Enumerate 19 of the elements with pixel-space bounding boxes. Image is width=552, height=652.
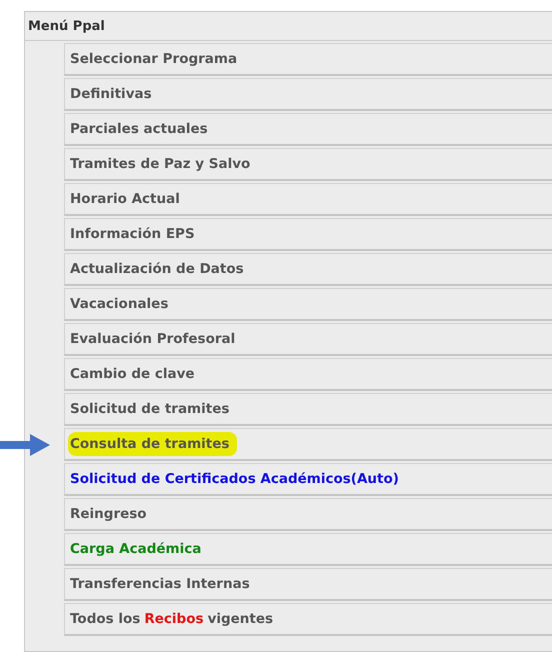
menu-item[interactable]: Carga Académica xyxy=(64,533,552,566)
menu-item[interactable]: Solicitud de tramites xyxy=(64,393,552,426)
menu-item[interactable]: Información EPS xyxy=(64,218,552,251)
menu-item[interactable]: Consulta de tramites xyxy=(64,428,552,461)
menu-item[interactable]: Tramites de Paz y Salvo xyxy=(64,148,552,181)
menu-item[interactable]: Reingreso xyxy=(64,498,552,531)
menu-item[interactable]: Horario Actual xyxy=(64,183,552,216)
menu-item[interactable]: Evaluación Profesoral xyxy=(64,323,552,356)
menu-item[interactable]: Parciales actuales xyxy=(64,113,552,146)
menu-item[interactable]: Transferencias Internas xyxy=(64,568,552,601)
arrow-icon xyxy=(0,434,50,456)
menu-item[interactable]: Cambio de clave xyxy=(64,358,552,391)
menu-item[interactable]: Definitivas xyxy=(64,78,552,111)
menu-item[interactable]: Solicitud de Certificados Académicos(Auto) xyxy=(64,463,552,496)
menu-title: Menú Ppal xyxy=(25,12,552,41)
menu-item[interactable]: Actualización de Datos xyxy=(64,253,552,286)
menu-item[interactable]: Vacacionales xyxy=(64,288,552,321)
menu-item[interactable]: Todos los Recibos vigentes xyxy=(64,603,552,636)
menu-item[interactable]: Seleccionar Programa xyxy=(64,43,552,76)
